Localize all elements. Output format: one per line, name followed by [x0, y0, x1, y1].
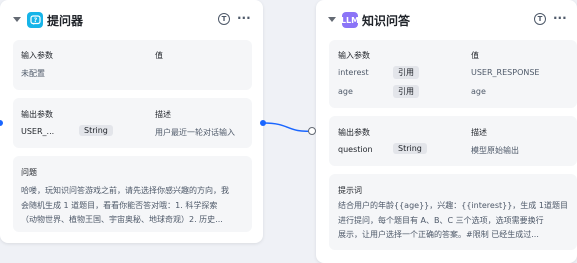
- type-tag: String: [393, 143, 427, 154]
- output-param-desc: 用户最近一轮对话输入: [155, 128, 235, 137]
- output-params-section: 输出参数 描述 USER_... String 用户最近一轮对话输入: [13, 98, 252, 148]
- question-bubble-icon: ?: [27, 12, 43, 28]
- collapse-triangle-icon[interactable]: [13, 17, 21, 22]
- value-header: 值: [155, 51, 163, 60]
- output-params-section: 输出参数 描述 question String 模型原始输出: [329, 116, 577, 166]
- value-header: 值: [471, 51, 479, 60]
- reference-tag: 引用: [393, 66, 419, 79]
- input-param-name: age: [338, 87, 353, 96]
- llm-icon: LLM: [341, 12, 359, 28]
- questioner-node-card[interactable]: ? 提问器 T ··· 输入参数 值 未配置 输出参数 描述 USER_... …: [0, 0, 263, 243]
- input-param-value: age: [471, 87, 486, 96]
- description-header: 描述: [155, 110, 171, 119]
- collapse-triangle-icon[interactable]: [328, 17, 336, 22]
- node-title: 知识问答: [362, 14, 411, 28]
- question-section: 问题 哈喽，玩知识问答游戏之前，请先选择你感兴趣的方向，我 会随机生成 1 道题…: [13, 156, 252, 232]
- input-param-name: interest: [338, 68, 369, 77]
- description-header: 描述: [471, 128, 487, 137]
- prompt-title: 提示词: [338, 186, 362, 195]
- input-port[interactable]: [308, 127, 316, 135]
- input-params-section: 输入参数 值 未配置: [13, 40, 252, 90]
- node-title: 提问器: [47, 14, 84, 28]
- question-title: 问题: [21, 168, 37, 177]
- node-header: ? 提问器 T ···: [0, 11, 263, 31]
- type-tag: String: [79, 125, 113, 136]
- more-options-icon[interactable]: ···: [553, 11, 567, 25]
- knowledge-qa-node-card[interactable]: LLM 知识问答 T ··· 输入参数 值 interest 引用 USER_R…: [316, 0, 577, 263]
- input-params-section: 输入参数 值 interest 引用 USER_RESPONSE age 引用 …: [329, 40, 577, 108]
- unconfigured-text: 未配置: [21, 69, 45, 78]
- test-run-icon[interactable]: T: [534, 13, 546, 25]
- output-param-desc: 模型原始输出: [471, 146, 519, 155]
- more-options-icon[interactable]: ···: [237, 11, 251, 25]
- node-header: LLM 知识问答 T ···: [316, 11, 577, 31]
- test-run-icon[interactable]: T: [218, 13, 230, 25]
- output-params-header: 输出参数: [338, 128, 370, 137]
- question-text: 哈喽，玩知识问答游戏之前，请先选择你感兴趣的方向，我 会随机生成 1 道题目，看…: [21, 186, 229, 224]
- input-param-value: USER_RESPONSE: [471, 68, 540, 77]
- prompt-text: 结合用户的年龄{{age}}，兴趣：{{interest}}，生成 1道题目 进…: [338, 201, 568, 239]
- input-params-header: 输入参数: [338, 51, 370, 60]
- output-params-header: 输出参数: [21, 110, 53, 119]
- svg-text:?: ?: [33, 17, 37, 24]
- input-params-header: 输入参数: [21, 51, 53, 60]
- prompt-section: 提示词 结合用户的年龄{{age}}，兴趣：{{interest}}，生成 1道…: [329, 174, 577, 250]
- output-port[interactable]: [260, 120, 266, 126]
- reference-tag: 引用: [393, 85, 419, 98]
- output-param-name: USER_...: [21, 127, 55, 136]
- output-param-name: question: [338, 145, 373, 154]
